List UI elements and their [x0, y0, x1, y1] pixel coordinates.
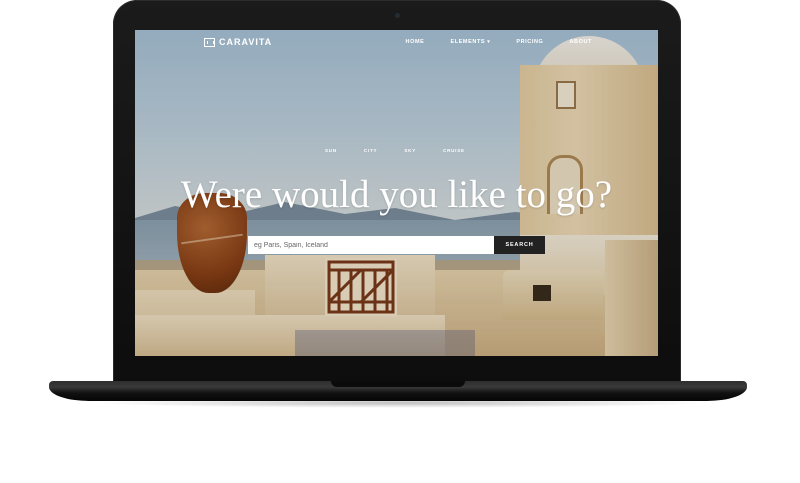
- nav-item-about[interactable]: ABOUT: [569, 39, 592, 45]
- hero-headline: Were would you like to go?: [180, 173, 613, 216]
- brand-name: CARAVITA: [219, 37, 273, 47]
- nav-item-elements-label: ELEMENTS: [450, 39, 486, 45]
- caret-down-icon: ▾: [487, 39, 491, 45]
- category-link-sky[interactable]: SKY: [404, 148, 416, 153]
- nav-menu: HOME ELEMENTS ▾ PRICING ABOUT: [406, 39, 592, 45]
- search-button[interactable]: SEARCH: [494, 236, 545, 254]
- category-link-sun[interactable]: SUN: [325, 148, 337, 153]
- search-bar: SEARCH: [248, 236, 545, 254]
- laptop-screen: CARAVITA HOME ELEMENTS ▾ PRICING ABOUT SU…: [135, 30, 658, 356]
- category-link-cruise[interactable]: CRUISE: [443, 148, 465, 153]
- nav-item-pricing[interactable]: PRICING: [516, 39, 543, 45]
- grid-frame-icon: [204, 37, 215, 47]
- brand-logo[interactable]: CARAVITA: [204, 37, 272, 47]
- category-link-city[interactable]: CITY: [364, 148, 377, 153]
- category-links: SUN CITY SKY CRUISE: [325, 148, 465, 153]
- nav-item-home[interactable]: HOME: [406, 39, 425, 45]
- nav-item-elements[interactable]: ELEMENTS ▾: [450, 39, 490, 45]
- navbar: CARAVITA HOME ELEMENTS ▾ PRICING ABOUT: [135, 30, 658, 56]
- product-mockup: CARAVITA HOME ELEMENTS ▾ PRICING ABOUT SU…: [0, 0, 800, 483]
- camera-icon: [395, 13, 400, 18]
- search-input[interactable]: [248, 236, 494, 254]
- laptop-base-notch: [331, 381, 465, 387]
